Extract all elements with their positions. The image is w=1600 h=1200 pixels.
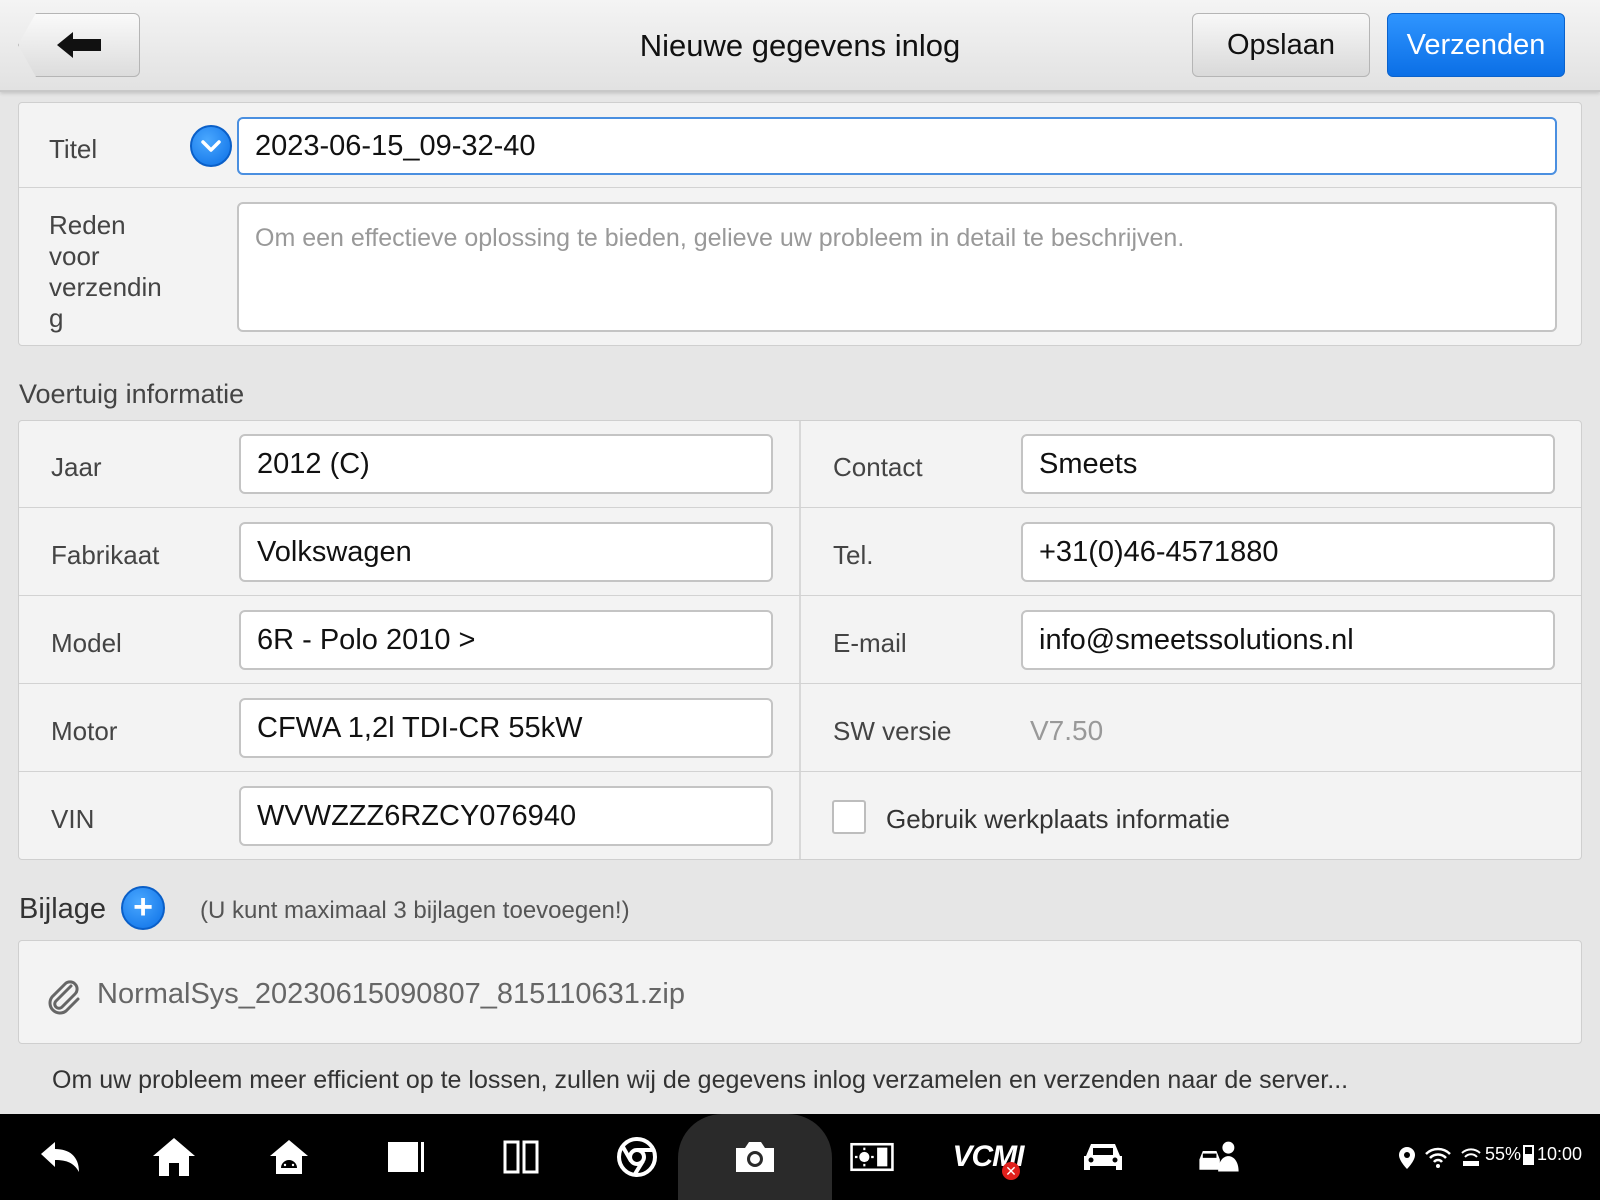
year-label: Jaar xyxy=(51,452,102,482)
row-divider xyxy=(19,507,1581,508)
contact-label: Contact xyxy=(833,452,923,482)
clock: 10:00 xyxy=(1537,1144,1583,1164)
title-dropdown-icon[interactable] xyxy=(190,125,232,167)
column-separator xyxy=(799,421,801,859)
wifi-icon xyxy=(1425,1147,1451,1168)
title-bar: Nieuwe gegevens inlog Opslaan Verzenden xyxy=(0,0,1600,92)
phone-label: Tel. xyxy=(833,540,874,570)
attachment-section-title: Bijlage xyxy=(19,893,107,925)
row-divider xyxy=(19,683,1581,684)
workshop-info-checkbox[interactable] xyxy=(832,800,866,834)
model-input[interactable]: 6R - Polo 2010 > xyxy=(239,610,773,670)
camera-icon[interactable] xyxy=(730,1114,780,1200)
reason-label: Reden voor verzendin g xyxy=(49,210,162,334)
vehicle-icon[interactable] xyxy=(1078,1114,1128,1200)
row-divider xyxy=(19,187,1581,188)
contact-input[interactable]: Smeets xyxy=(1021,434,1555,494)
year-input[interactable]: 2012 (C) xyxy=(239,434,773,494)
paperclip-icon xyxy=(48,980,80,1015)
phone-input[interactable]: +31(0)46-4571880 xyxy=(1021,522,1555,582)
title-input[interactable]: 2023-06-15_09-32-40 xyxy=(237,117,1557,175)
titel-label: Titel xyxy=(49,134,98,164)
reason-label-line: Reden xyxy=(49,210,126,240)
footer-note: Om uw probleem meer efficient op te loss… xyxy=(52,1066,1349,1094)
browser-icon[interactable] xyxy=(612,1114,662,1200)
vehicle-section-title: Voertuig informatie xyxy=(19,379,245,409)
display-settings-icon[interactable] xyxy=(845,1114,899,1200)
location-icon xyxy=(1399,1147,1415,1169)
reason-label-line: voor xyxy=(49,241,100,271)
technician-icon[interactable] xyxy=(1192,1114,1246,1200)
recent-apps-icon[interactable] xyxy=(380,1114,430,1200)
page-title: Nieuwe gegevens inlog xyxy=(639,28,961,63)
vci-wifi-icon xyxy=(1461,1148,1481,1166)
vcm-disconnected-icon: ✕ xyxy=(1002,1162,1020,1180)
attachment-file-name[interactable]: NormalSys_20230615090807_815110631.zip xyxy=(97,978,685,1011)
make-input[interactable]: Volkswagen xyxy=(239,522,773,582)
sw-version-value: V7.50 xyxy=(1030,715,1104,746)
vin-label: VIN xyxy=(51,804,95,834)
reason-label-line: verzendin xyxy=(49,272,162,302)
email-label: E-mail xyxy=(833,628,907,658)
send-button[interactable]: Verzenden xyxy=(1387,13,1565,77)
add-attachment-icon[interactable]: + xyxy=(121,886,165,930)
engine-input[interactable]: CFWA 1,2l TDI-CR 55kW xyxy=(239,698,773,758)
home-icon[interactable] xyxy=(149,1114,199,1200)
back-arrow-icon xyxy=(57,32,101,58)
vcm-icon[interactable]: VCMI ✕ xyxy=(948,1114,1028,1200)
row-divider xyxy=(19,595,1581,596)
split-screen-icon[interactable] xyxy=(496,1114,546,1200)
android-home-icon[interactable] xyxy=(264,1114,314,1200)
engine-label: Motor xyxy=(51,716,118,746)
row-divider xyxy=(19,771,1581,772)
back-button[interactable] xyxy=(18,13,140,77)
workshop-info-label[interactable]: Gebruik werkplaats informatie xyxy=(886,804,1230,835)
attachment-hint: (U kunt maximaal 3 bijlagen toevoegen!) xyxy=(200,897,630,924)
email-input[interactable]: info@smeetssolutions.nl xyxy=(1021,610,1555,670)
save-button[interactable]: Opslaan xyxy=(1192,13,1370,77)
reason-label-line: g xyxy=(49,303,64,333)
make-label: Fabrikaat xyxy=(51,540,160,570)
model-label: Model xyxy=(51,628,122,658)
battery-icon xyxy=(1523,1145,1534,1165)
battery-percentage: 55% xyxy=(1485,1144,1522,1164)
reason-textarea[interactable]: Om een effectieve oplossing te bieden, g… xyxy=(237,202,1557,332)
vin-input[interactable]: WVWZZZ6RZCY076940 xyxy=(239,786,773,846)
sw-version-label: SW versie xyxy=(833,716,952,746)
back-icon[interactable] xyxy=(35,1114,85,1200)
